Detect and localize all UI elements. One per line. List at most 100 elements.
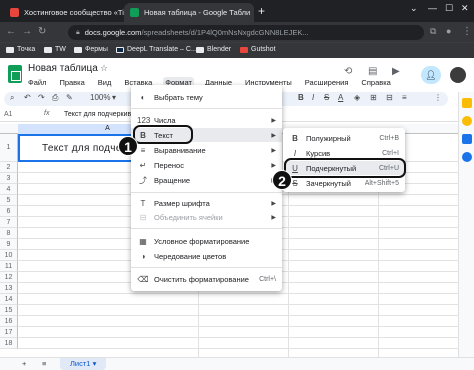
fill-color-icon[interactable]: ◈ <box>354 93 360 102</box>
merge-icon[interactable]: ⊟ <box>386 93 393 102</box>
menu-file[interactable]: Файл <box>26 77 48 88</box>
format-menu: ◐ Выбрать тему 123 Числа ▶ B Текст ▶ ≡ Выравни… <box>131 85 282 291</box>
new-tab-button[interactable]: + <box>258 4 265 18</box>
menu-item-label: Курсив <box>306 148 331 158</box>
browser-tab-sheets[interactable]: Новая таблица - Google Табли ✕ <box>124 3 254 22</box>
italic-icon[interactable]: I <box>312 93 314 102</box>
menu-item-strikethrough[interactable]: S Зачеркнутый Alt+Shift+5 <box>283 176 405 190</box>
row-header[interactable]: 10 <box>0 250 18 261</box>
comments-icon[interactable]: ▤ <box>368 66 377 77</box>
sheet-bar: + ≡ Лист1 ▾ <box>0 357 474 370</box>
align-icon[interactable]: ≡ <box>402 93 407 102</box>
bookmark-blender[interactable]: Blender <box>196 46 231 53</box>
sheet-tab[interactable]: Лист1 ▾ <box>60 358 107 370</box>
bookmark-label: Blender <box>207 46 232 53</box>
row-header[interactable]: 18 <box>0 338 18 349</box>
row-header[interactable]: 9 <box>0 239 18 250</box>
forward-icon[interactable]: → <box>22 26 32 37</box>
all-sheets-button[interactable]: ≡ <box>42 359 46 368</box>
maximize-icon[interactable]: ☐ <box>445 3 453 14</box>
reload-icon[interactable]: ↻ <box>38 26 46 37</box>
row-header[interactable]: 2 <box>0 162 18 173</box>
folder-icon <box>196 46 204 53</box>
menu-item-bold[interactable]: B Полужирный Ctrl+B <box>283 131 405 145</box>
borders-icon[interactable]: ⊞ <box>370 93 377 102</box>
row-header[interactable]: 3 <box>0 173 18 184</box>
row-header[interactable]: 12 <box>0 272 18 283</box>
menu-item-clear-formatting[interactable]: ⌫ Очистить форматирование Ctrl+\ <box>131 272 282 286</box>
contacts-icon[interactable] <box>462 152 472 162</box>
more-options-icon[interactable]: ⋮ <box>434 93 442 102</box>
menu-help[interactable]: Справка <box>359 77 392 88</box>
deepl-icon <box>116 46 124 53</box>
star-icon[interactable]: ☆ <box>100 63 108 74</box>
meet-icon[interactable]: ▶ <box>392 66 400 77</box>
sheets-logo-icon[interactable] <box>8 65 22 83</box>
strikethrough-icon[interactable]: S <box>324 93 329 102</box>
keep-icon[interactable] <box>462 116 472 126</box>
step-badge-2: 2 <box>272 170 292 190</box>
row-header[interactable]: 7 <box>0 217 18 228</box>
back-icon[interactable]: ← <box>6 26 16 37</box>
bold-icon[interactable]: B <box>298 93 304 102</box>
divider <box>131 267 282 268</box>
avatar[interactable] <box>450 67 466 83</box>
menu-item-alignment[interactable]: ≡ Выравнивание ▶ <box>131 143 282 157</box>
document-title[interactable]: Новая таблица <box>28 63 98 74</box>
grid-line <box>18 316 458 327</box>
menu-item-font-size[interactable]: T Размер шрифта ▶ <box>131 196 282 210</box>
zoom-select[interactable]: 100% <box>90 93 110 102</box>
paint-format-icon[interactable]: ✎ <box>66 93 73 102</box>
calendar-icon[interactable] <box>462 98 472 108</box>
undo-icon[interactable]: ↶ <box>24 93 31 102</box>
row-header[interactable]: 11 <box>0 261 18 272</box>
minimize-icon[interactable]: — <box>428 3 437 13</box>
row-header[interactable]: 6 <box>0 206 18 217</box>
print-icon[interactable]: ⎙ <box>52 93 58 103</box>
bookmark-fermy[interactable]: Фермы <box>74 46 108 53</box>
tab-search-icon[interactable]: ⌄ <box>410 3 418 14</box>
folder-icon <box>74 46 82 53</box>
name-box[interactable]: A1 <box>4 111 13 118</box>
row-header[interactable]: 16 <box>0 316 18 327</box>
bookmark-tw[interactable]: TW <box>44 46 66 53</box>
sheets-favicon-icon <box>130 8 139 17</box>
bookmark-deepl[interactable]: DeepL Translate – C... <box>116 46 197 53</box>
menu-item-conditional-formatting[interactable]: ▦ Условное форматирование <box>131 234 282 248</box>
grid-line <box>18 305 458 316</box>
bookmark-tochka[interactable]: Точка <box>6 46 35 53</box>
browser-tab-hosting[interactable]: Хостинговое сообщество «Tim ✕ <box>4 3 124 22</box>
redo-icon[interactable]: ↷ <box>38 93 45 102</box>
menu-edit[interactable]: Правка <box>57 77 86 88</box>
row-header[interactable]: 14 <box>0 294 18 305</box>
clear-format-icon: ⌫ <box>137 274 149 284</box>
menu-item-wrapping[interactable]: ↵ Перенос ▶ <box>131 158 282 172</box>
menu-view[interactable]: Вид <box>96 77 114 88</box>
row-header[interactable]: 4 <box>0 184 18 195</box>
tasks-icon[interactable] <box>462 134 472 144</box>
url-input[interactable]: 🔒︎ docs.google.com /spreadsheets/d/1P4lQ… <box>68 25 424 40</box>
close-window-icon[interactable]: ✕ <box>461 3 469 14</box>
bookmark-gutshot[interactable]: Gutshot <box>240 46 276 53</box>
extensions-icon[interactable]: ⧉ <box>430 26 436 37</box>
menu-extensions[interactable]: Расширения <box>303 77 351 88</box>
row-header[interactable]: 1 <box>0 134 18 162</box>
close-tab-icon[interactable]: ✕ <box>250 8 254 17</box>
menu-item-theme[interactable]: ◐ Выбрать тему <box>131 90 282 104</box>
text-color-icon[interactable]: A <box>338 93 343 102</box>
browser-menu-icon[interactable]: ⋮ <box>462 26 472 37</box>
history-icon[interactable]: ⟲ <box>344 66 352 77</box>
search-menus-icon[interactable]: ⌕ <box>10 93 14 103</box>
row-header[interactable]: 17 <box>0 327 18 338</box>
add-sheet-button[interactable]: + <box>22 359 26 368</box>
row-header[interactable]: 8 <box>0 228 18 239</box>
menu-item-rotation[interactable]: ⤴Вращение▶ <box>131 173 282 187</box>
share-button[interactable]: 👤︎ <box>421 66 441 84</box>
menu-item-alternating-colors[interactable]: ◑ Чередование цветов <box>131 249 282 263</box>
menu-item-label: Очистить форматирование <box>154 274 249 284</box>
row-header[interactable]: 13 <box>0 283 18 294</box>
row-header[interactable]: 5 <box>0 195 18 206</box>
row-header[interactable]: 15 <box>0 305 18 316</box>
profile-icon[interactable]: ● <box>446 26 451 36</box>
italic-icon: I <box>293 148 297 158</box>
